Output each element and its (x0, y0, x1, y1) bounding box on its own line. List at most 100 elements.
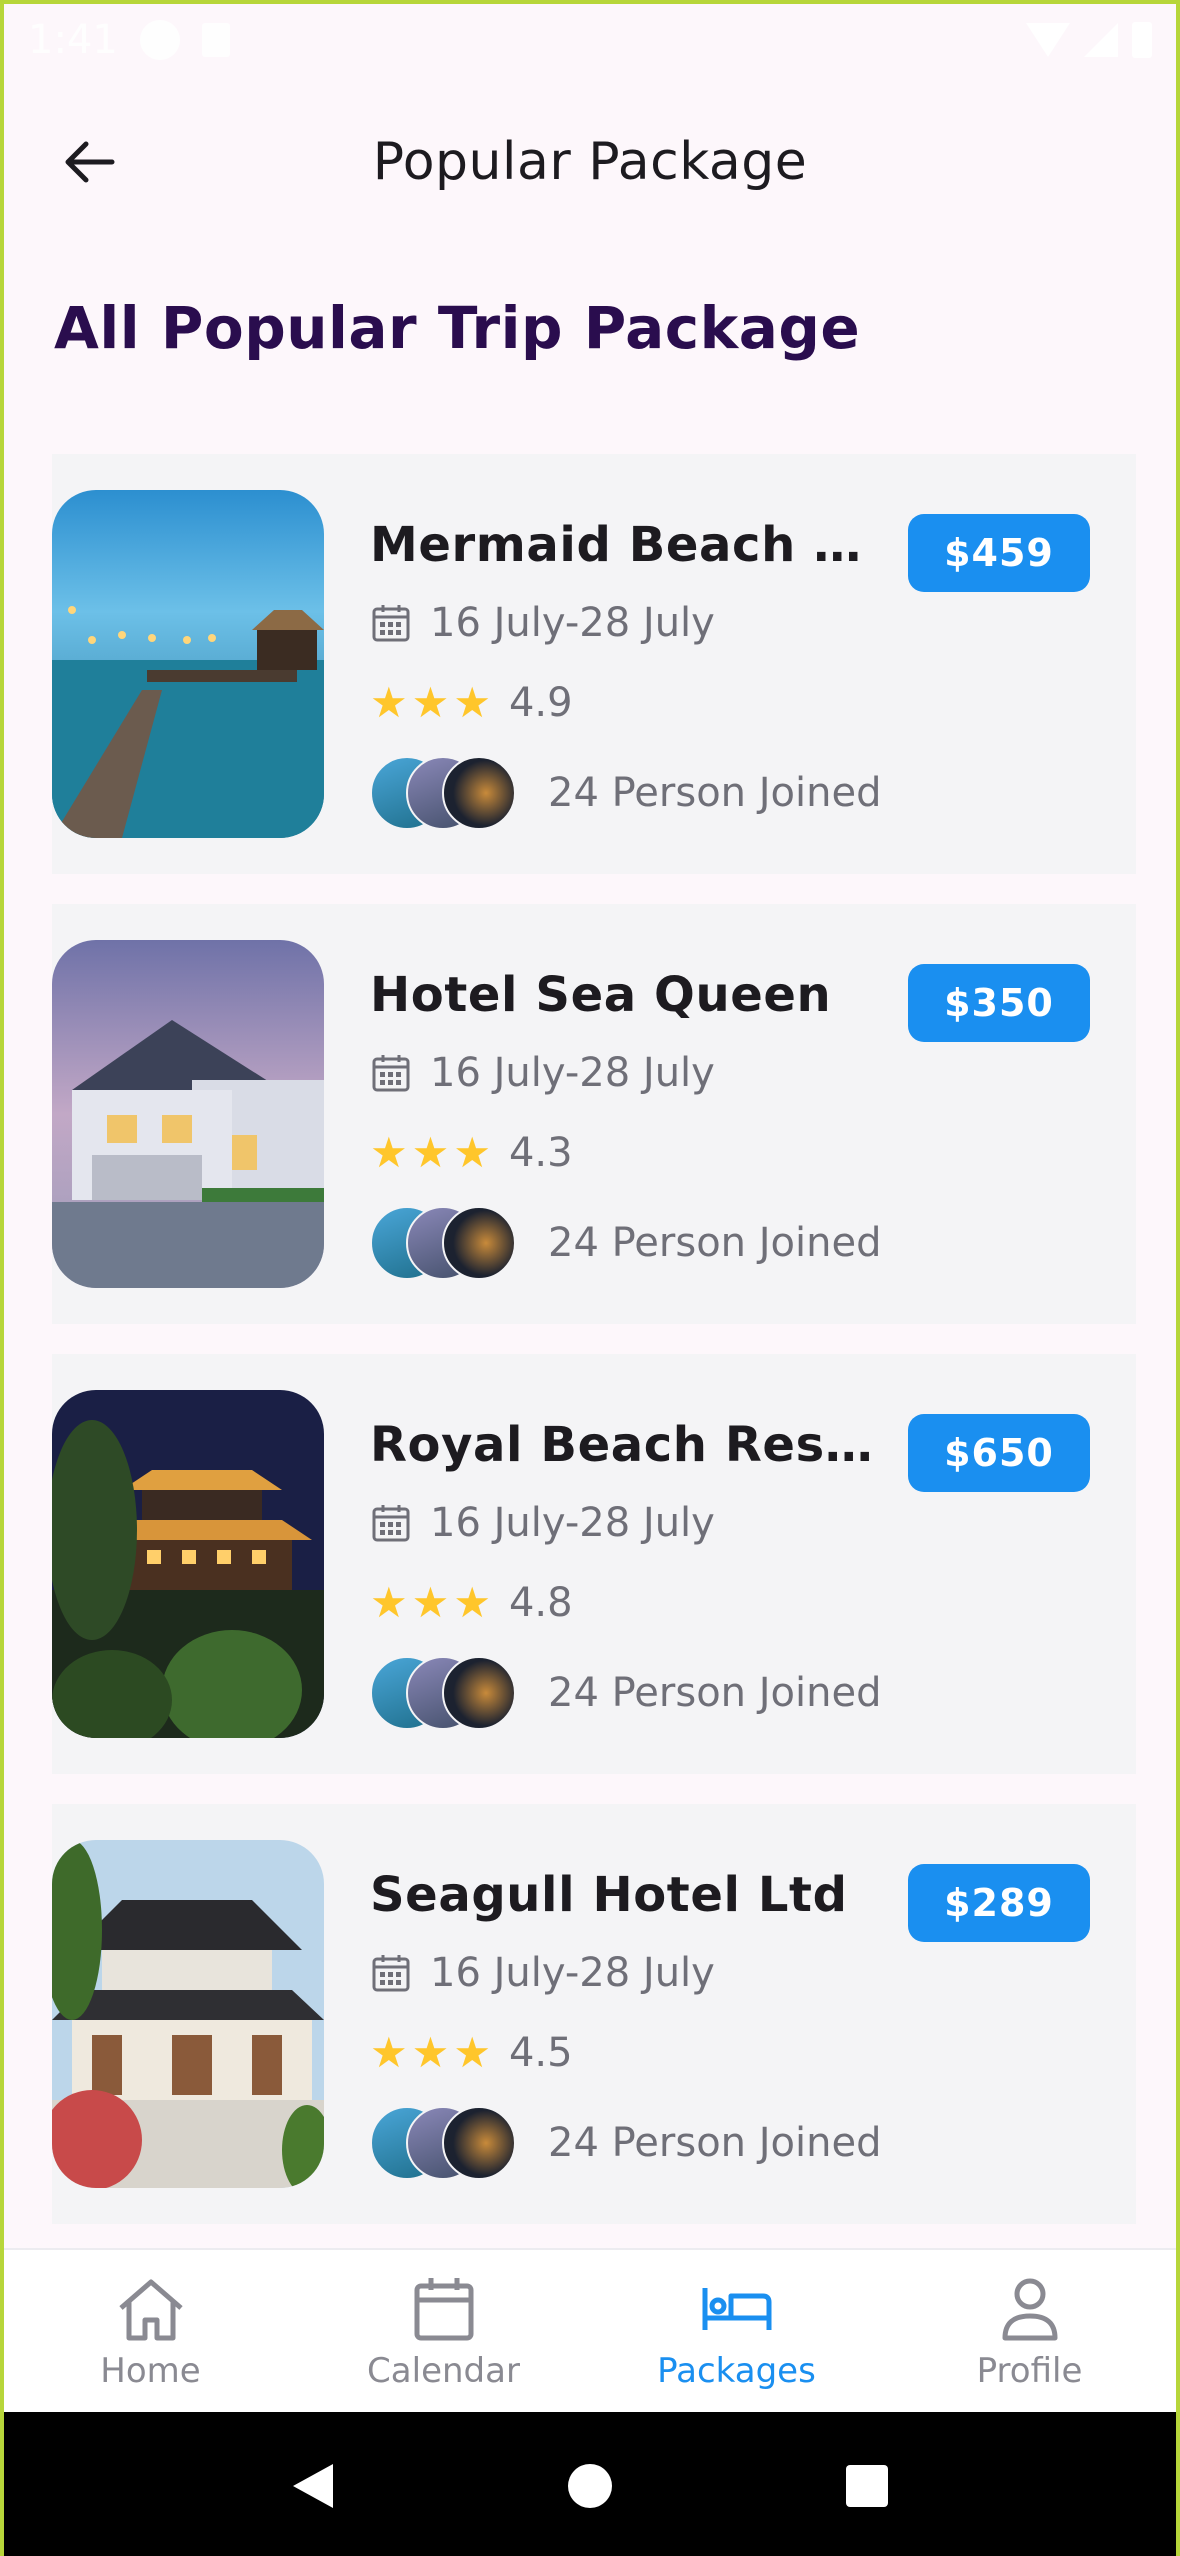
package-image (52, 940, 324, 1288)
package-card[interactable]: Mermaid Beach Res... 16 July-28 July ★ ★… (52, 454, 1136, 874)
package-info: Royal Beach Resort 16 July-28 July ★ ★ ★ (370, 1390, 890, 1730)
avatar (442, 1656, 516, 1730)
nav-item-profile[interactable]: Profile (883, 2250, 1176, 2412)
app-header: Popular Package (4, 114, 1176, 210)
nav-label: Profile (976, 2351, 1083, 2391)
avatar-stack (370, 756, 518, 830)
system-home-button[interactable] (550, 2446, 630, 2526)
rating-row: ★ ★ ★ 4.8 (370, 1578, 890, 1628)
package-dates: 16 July-28 July (430, 600, 715, 646)
avatar (442, 2106, 516, 2180)
star-icon: ★ (411, 2028, 450, 2077)
price-badge[interactable]: $289 (908, 1864, 1090, 1942)
price-badge[interactable]: $350 (908, 964, 1090, 1042)
nav-item-calendar[interactable]: Calendar (297, 2250, 590, 2412)
joined-row: 24 Person Joined (370, 2106, 890, 2180)
joined-count: 24 Person Joined (548, 770, 882, 816)
joined-row: 24 Person Joined (370, 756, 890, 830)
system-back-button[interactable] (273, 2446, 353, 2526)
bottom-nav: Home Calendar Packages Profile (4, 2248, 1176, 2412)
status-bar: 1:41 (4, 4, 1176, 76)
package-dates: 16 July-28 July (430, 1500, 715, 1546)
rating-value: 4.3 (508, 1130, 573, 1176)
avatar-stack (370, 1206, 518, 1280)
avatar (442, 756, 516, 830)
package-image (52, 1840, 324, 2188)
avatar-stack (370, 1656, 518, 1730)
star-icon: ★ (411, 678, 450, 727)
star-icon: ★ (370, 1128, 408, 1177)
package-name: Royal Beach Resort (370, 1417, 890, 1473)
status-left: 1:41 (28, 17, 230, 63)
beach-pier-photo (52, 490, 324, 838)
joined-count: 24 Person Joined (548, 2120, 882, 2166)
house-photo (52, 940, 324, 1288)
nav-label: Packages (657, 2351, 816, 2391)
triangle-back-icon (292, 2464, 333, 2508)
japanese-temple-photo (52, 1840, 324, 2188)
avatar-stack (370, 2106, 518, 2180)
rating-value: 4.5 (508, 2030, 573, 2076)
avatar (442, 1206, 516, 1280)
notification-icon (139, 20, 180, 60)
app-screen: 1:41 Popular Package All Popular Trip Pa… (0, 0, 1180, 2556)
joined-row: 24 Person Joined (370, 1206, 890, 1280)
system-recents-button[interactable] (827, 2446, 907, 2526)
package-info: Mermaid Beach Res... 16 July-28 July ★ ★… (370, 490, 890, 830)
rating-row: ★ ★ ★ 4.9 (370, 678, 890, 728)
package-list: Mermaid Beach Res... 16 July-28 July ★ ★… (52, 454, 1136, 2224)
system-nav-bar (4, 2412, 1176, 2556)
star-icon: ★ (453, 1578, 491, 1627)
package-dates: 16 July-28 July (430, 1950, 715, 1996)
price-badge[interactable]: $650 (908, 1414, 1090, 1492)
nav-label: Home (100, 2351, 201, 2391)
calendar-icon (372, 1505, 410, 1542)
status-time: 1:41 (28, 17, 118, 63)
package-name: Mermaid Beach Res... (370, 517, 890, 573)
calendar-icon (372, 1055, 410, 1092)
package-card[interactable]: Hotel Sea Queen 16 July-28 July ★ ★ ★ 4.… (52, 904, 1136, 1324)
package-image (52, 1390, 324, 1738)
nav-label: Calendar (367, 2351, 520, 2391)
star-icon: ★ (411, 1128, 450, 1177)
star-icon: ★ (453, 678, 491, 727)
package-card[interactable]: Royal Beach Resort 16 July-28 July ★ ★ ★ (52, 1354, 1136, 1774)
date-row: 16 July-28 July (370, 1048, 890, 1098)
square-recents-icon (846, 2465, 889, 2507)
date-row: 16 July-28 July (370, 1948, 890, 1998)
calendar-icon (372, 605, 410, 642)
rating-row: ★ ★ ★ 4.3 (370, 1128, 890, 1178)
wifi-icon (1026, 23, 1070, 57)
package-info: Seagull Hotel Ltd 16 July-28 July ★ ★ ★ (370, 1840, 890, 2180)
date-row: 16 July-28 July (370, 598, 890, 648)
package-name: Hotel Sea Queen (370, 967, 832, 1023)
package-card[interactable]: Seagull Hotel Ltd 16 July-28 July ★ ★ ★ (52, 1804, 1136, 2224)
rating-value: 4.9 (508, 680, 573, 726)
home-icon (113, 2271, 189, 2347)
star-icon: ★ (453, 2028, 491, 2077)
package-info: Hotel Sea Queen 16 July-28 July ★ ★ ★ 4.… (370, 940, 890, 1280)
rating-row: ★ ★ ★ 4.5 (370, 2028, 890, 2078)
profile-icon (992, 2271, 1068, 2347)
circle-home-icon (567, 2464, 612, 2508)
sim-card-icon (201, 23, 230, 57)
nav-item-home[interactable]: Home (4, 2250, 297, 2412)
package-dates: 16 July-28 July (430, 1050, 715, 1096)
star-icon: ★ (370, 1578, 408, 1627)
rating-value: 4.8 (508, 1580, 573, 1626)
joined-count: 24 Person Joined (548, 1220, 882, 1266)
joined-count: 24 Person Joined (548, 1670, 882, 1716)
bed-icon (699, 2271, 775, 2347)
nav-item-packages[interactable]: Packages (590, 2250, 883, 2412)
star-icon: ★ (370, 678, 408, 727)
back-button[interactable] (48, 130, 128, 194)
pagoda-night-photo (52, 1390, 324, 1738)
star-icon: ★ (370, 2028, 408, 2077)
date-row: 16 July-28 July (370, 1498, 890, 1548)
price-badge[interactable]: $459 (908, 514, 1090, 592)
page-title: Popular Package (372, 132, 808, 192)
star-icon: ★ (411, 1578, 450, 1627)
package-name: Seagull Hotel Ltd (370, 1867, 848, 1923)
cell-signal-icon (1084, 23, 1118, 57)
package-image (52, 490, 324, 838)
